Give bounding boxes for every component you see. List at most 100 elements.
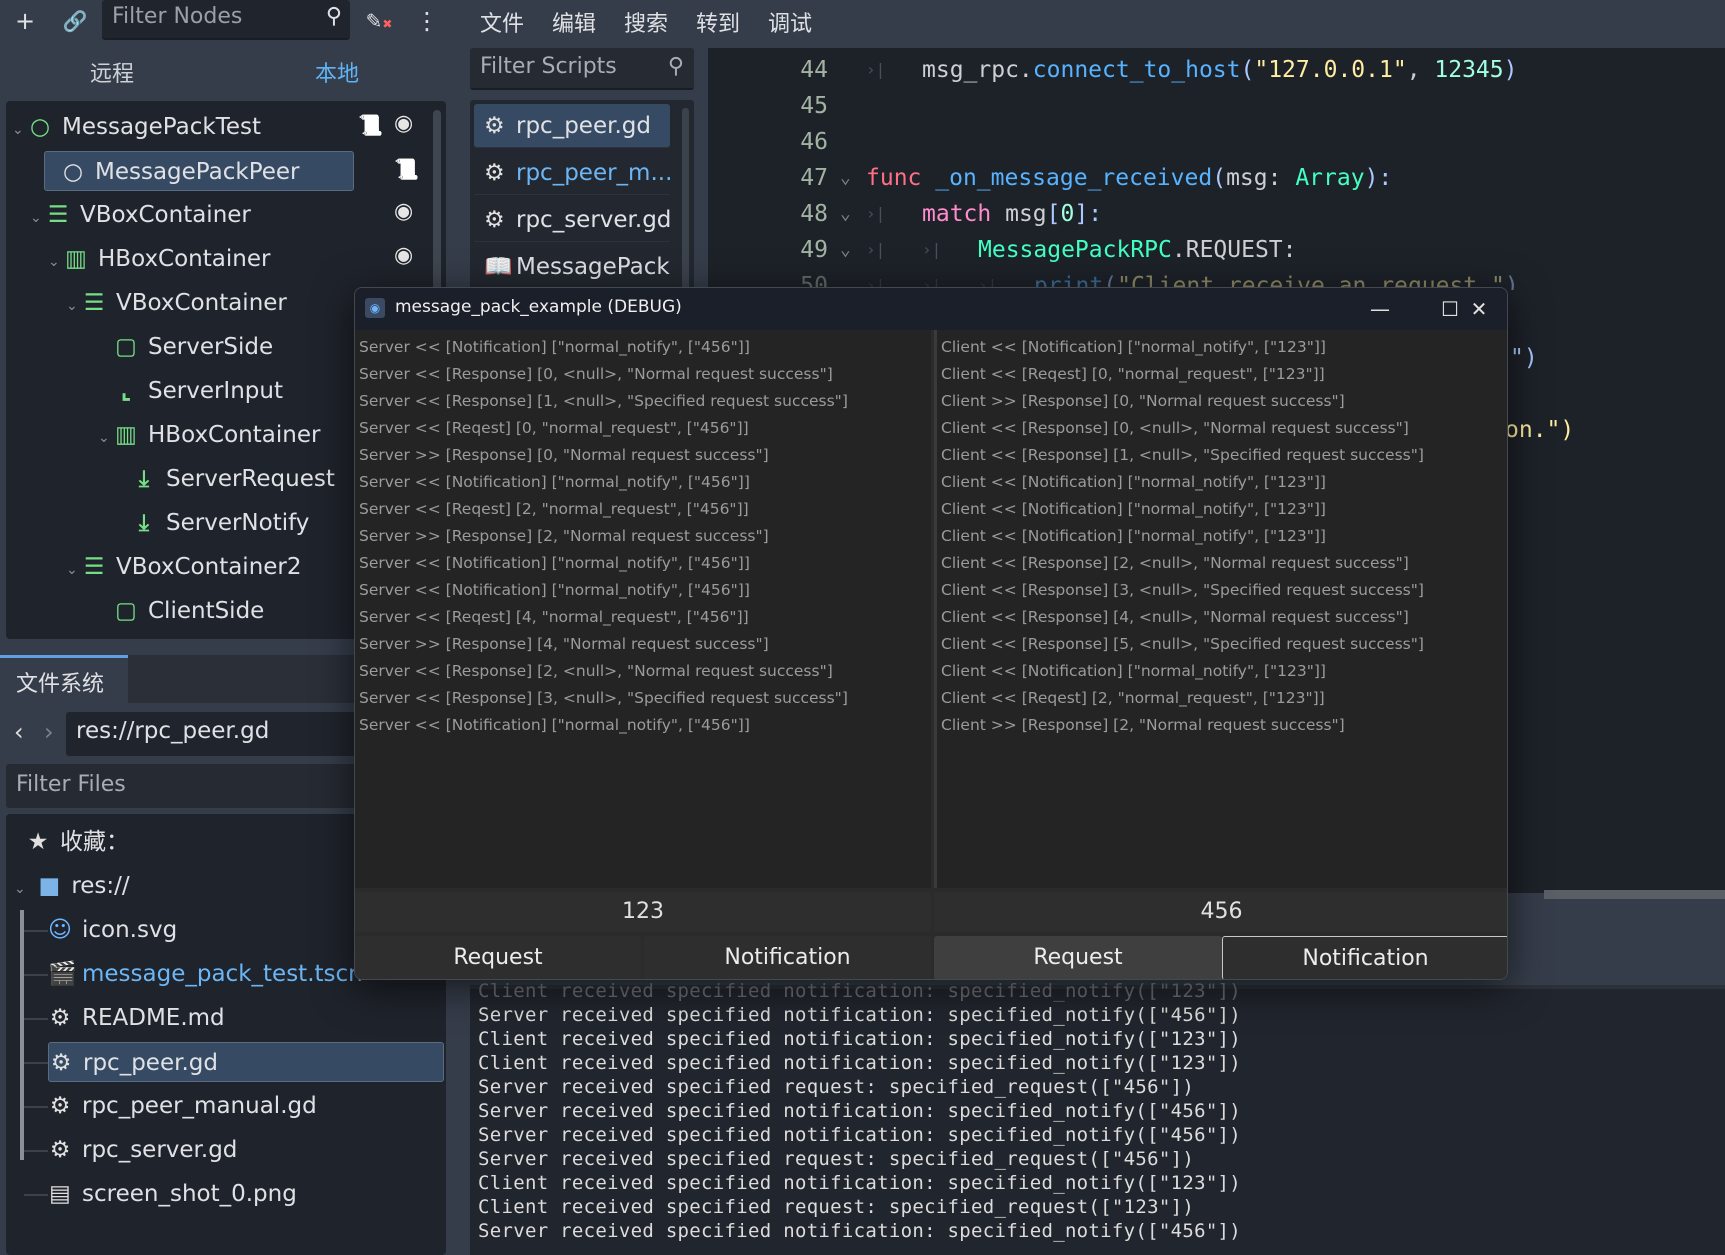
scene-node-serverrequest[interactable]: ⤓ ServerRequest — [116, 459, 335, 499]
scene-node-messagepacktest[interactable]: ⌄ ○ MessagePackTest — [12, 107, 261, 147]
tree-guide — [24, 1018, 48, 1020]
client-input-field[interactable]: 456 — [934, 892, 1507, 932]
log-line: Server >> [Response] [2, "Normal request… — [359, 527, 769, 545]
menu-1[interactable]: 编辑 — [552, 6, 596, 38]
scene-node-vboxcontainer[interactable]: ⌄ ☰ VBoxContainer — [66, 283, 287, 323]
forward-icon[interactable]: › — [44, 718, 54, 746]
tab-filesystem[interactable]: 文件系统 — [0, 655, 128, 703]
scene-node-label: HBoxContainer — [98, 246, 271, 272]
scene-node-messagepackpeer[interactable]: ○ MessagePackPeer — [44, 151, 354, 191]
script-remove-icon[interactable]: ✎✖ — [362, 6, 396, 36]
script-item[interactable]: ⚙ rpc_peer_m... — [474, 151, 670, 195]
debug-window-title: message_pack_example (DEBUG) — [395, 297, 682, 317]
scene-node-servernotify[interactable]: ⤓ ServerNotify — [116, 503, 310, 543]
code-token: [ — [1046, 201, 1061, 227]
scene-node-hboxcontainer[interactable]: ⌄ ▥ HBoxContainer — [98, 415, 320, 455]
tree-guide — [20, 910, 24, 1160]
scene-node-label: HBoxContainer — [148, 422, 321, 448]
script-item[interactable]: 📖 MessagePack — [474, 245, 670, 289]
output-line: Client received specified notification: … — [478, 1052, 1242, 1074]
filter-nodes-input[interactable]: Filter Nodes ⚲ — [102, 0, 350, 40]
node-circle-icon: ○ — [62, 159, 84, 185]
scene-node-vboxcontainer2[interactable]: ⌄ ☰ VBoxContainer2 — [66, 547, 302, 587]
file-name: README.md — [82, 1005, 225, 1031]
script-item[interactable]: ⚙ rpc_peer.gd — [474, 104, 670, 148]
code-hscrollbar[interactable] — [1544, 890, 1725, 899]
log-line: Server << [Response] [2, <null>, "Normal… — [359, 662, 833, 680]
scene-node-hboxcontainer[interactable]: ⌄ ▥ HBoxContainer — [48, 239, 270, 279]
visibility-eye-icon[interactable]: ◉ — [394, 243, 413, 268]
code-token: "127.0.0.1" — [1254, 57, 1407, 83]
server-log: Server << [Notification] ["normal_notify… — [355, 330, 931, 888]
back-icon[interactable]: ‹ — [14, 718, 24, 746]
favorites-row[interactable]: ★ 收藏： — [26, 822, 129, 862]
vbox-icon: ☰ — [47, 202, 69, 228]
server-request-button[interactable]: Request — [355, 936, 641, 979]
tab-remote[interactable]: 远程 — [90, 56, 134, 88]
file-item[interactable]: ⚙ rpc_peer_manual.gd — [48, 1086, 317, 1126]
file-item[interactable]: ▤ screen_shot_0.png — [48, 1174, 297, 1214]
close-button[interactable]: ✕ — [1451, 292, 1507, 326]
server-notify-button[interactable]: Notification — [644, 936, 931, 979]
log-line: Client << [Notification] ["normal_notify… — [941, 527, 1326, 545]
log-line: Server >> [Response] [4, "Normal request… — [359, 635, 769, 653]
line-number: 49 — [800, 237, 828, 263]
code-token: Array — [1295, 165, 1365, 191]
log-line: Server >> [Response] [0, "Normal request… — [359, 446, 769, 464]
add-node-icon[interactable]: + — [8, 6, 42, 36]
code-text: MessagePackRPC.REQUEST: — [978, 232, 1297, 268]
scene-node-serverinput[interactable]: ⌞ ServerInput — [98, 371, 283, 411]
code-token: func — [866, 165, 936, 191]
file-item[interactable]: ☺ icon.svg — [48, 910, 177, 950]
fold-chevron-icon[interactable]: ⌄ — [840, 160, 851, 196]
scene-node-clientside[interactable]: ▢ ClientSide — [98, 591, 264, 631]
chevron-down-icon[interactable]: ⌄ — [48, 242, 64, 282]
line-number: 47 — [800, 165, 828, 191]
script-menu-bar: 文件 编辑 搜索 转到 调试 — [470, 0, 1725, 42]
chevron-down-icon[interactable]: ⌄ — [12, 110, 28, 150]
script-icon[interactable]: 📜 — [394, 157, 419, 181]
scene-node-serverside[interactable]: ▢ ServerSide — [98, 327, 273, 367]
code-line: 48 ⌄ ›| match msg[0]: — [708, 196, 1725, 232]
menu-2[interactable]: 搜索 — [624, 6, 668, 38]
link-icon[interactable]: 🔗 — [58, 6, 92, 36]
menu-4[interactable]: 调试 — [768, 6, 812, 38]
server-input-field[interactable]: 123 — [355, 892, 931, 932]
log-line: Client << [Response] [2, <null>, "Normal… — [941, 554, 1409, 572]
minimize-button[interactable]: — — [1355, 292, 1405, 326]
fold-chevron-icon[interactable]: ⌄ — [840, 232, 851, 268]
fold-chevron-icon[interactable]: ⌄ — [840, 196, 851, 232]
tab-local[interactable]: 本地 — [315, 56, 359, 88]
file-item[interactable]: ⚙ rpc_peer.gd — [48, 1042, 444, 1082]
chevron-down-icon[interactable]: ⌄ — [30, 198, 46, 238]
menu-0[interactable]: 文件 — [480, 6, 524, 38]
lineedit-icon: ⌞ — [120, 378, 132, 404]
bottom-panel-bar — [1505, 900, 1725, 970]
script-item[interactable]: ⚙ rpc_server.gd — [474, 198, 670, 242]
chevron-down-icon[interactable]: ⌄ — [66, 286, 82, 326]
script-icon[interactable]: 📜 — [358, 113, 383, 137]
filter-scripts-input[interactable]: Filter Scripts ⚲ — [470, 48, 694, 90]
code-token: msg: — [1226, 165, 1296, 191]
code-line: 49 ⌄ ›| ›| MessagePackRPC.REQUEST: — [708, 232, 1725, 268]
file-item[interactable]: ⚙ rpc_server.gd — [48, 1130, 238, 1170]
panel-icon: ▢ — [115, 334, 137, 360]
scene-node-vboxcontainer[interactable]: ⌄ ☰ VBoxContainer — [30, 195, 251, 235]
code-token: _on_message_received — [935, 165, 1213, 191]
menu-3[interactable]: 转到 — [696, 6, 740, 38]
client-notify-button[interactable]: Notification — [1222, 936, 1507, 979]
visibility-eye-icon[interactable]: ◉ — [394, 111, 413, 136]
file-name: rpc_server.gd — [82, 1137, 238, 1163]
line-number: 48 — [800, 201, 828, 227]
visibility-eye-icon[interactable]: ◉ — [394, 199, 413, 224]
res-root-row[interactable]: ⌄ ■ res:// — [14, 866, 130, 906]
chevron-down-icon[interactable]: ⌄ — [98, 418, 114, 458]
chevron-down-icon[interactable]: ⌄ — [66, 550, 82, 590]
debug-window-titlebar[interactable]: ◉ message_pack_example (DEBUG) — ☐ ✕ — [355, 288, 1507, 330]
more-options-icon[interactable]: ⋮ — [410, 6, 444, 36]
file-item[interactable]: 🎬 message_pack_test.tscn — [48, 954, 363, 994]
file-item[interactable]: ⚙ README.md — [48, 998, 225, 1038]
script-list-scrollbar[interactable] — [682, 108, 689, 308]
log-line: Client << [Notification] ["normal_notify… — [941, 338, 1326, 356]
client-request-button[interactable]: Request — [934, 936, 1222, 979]
